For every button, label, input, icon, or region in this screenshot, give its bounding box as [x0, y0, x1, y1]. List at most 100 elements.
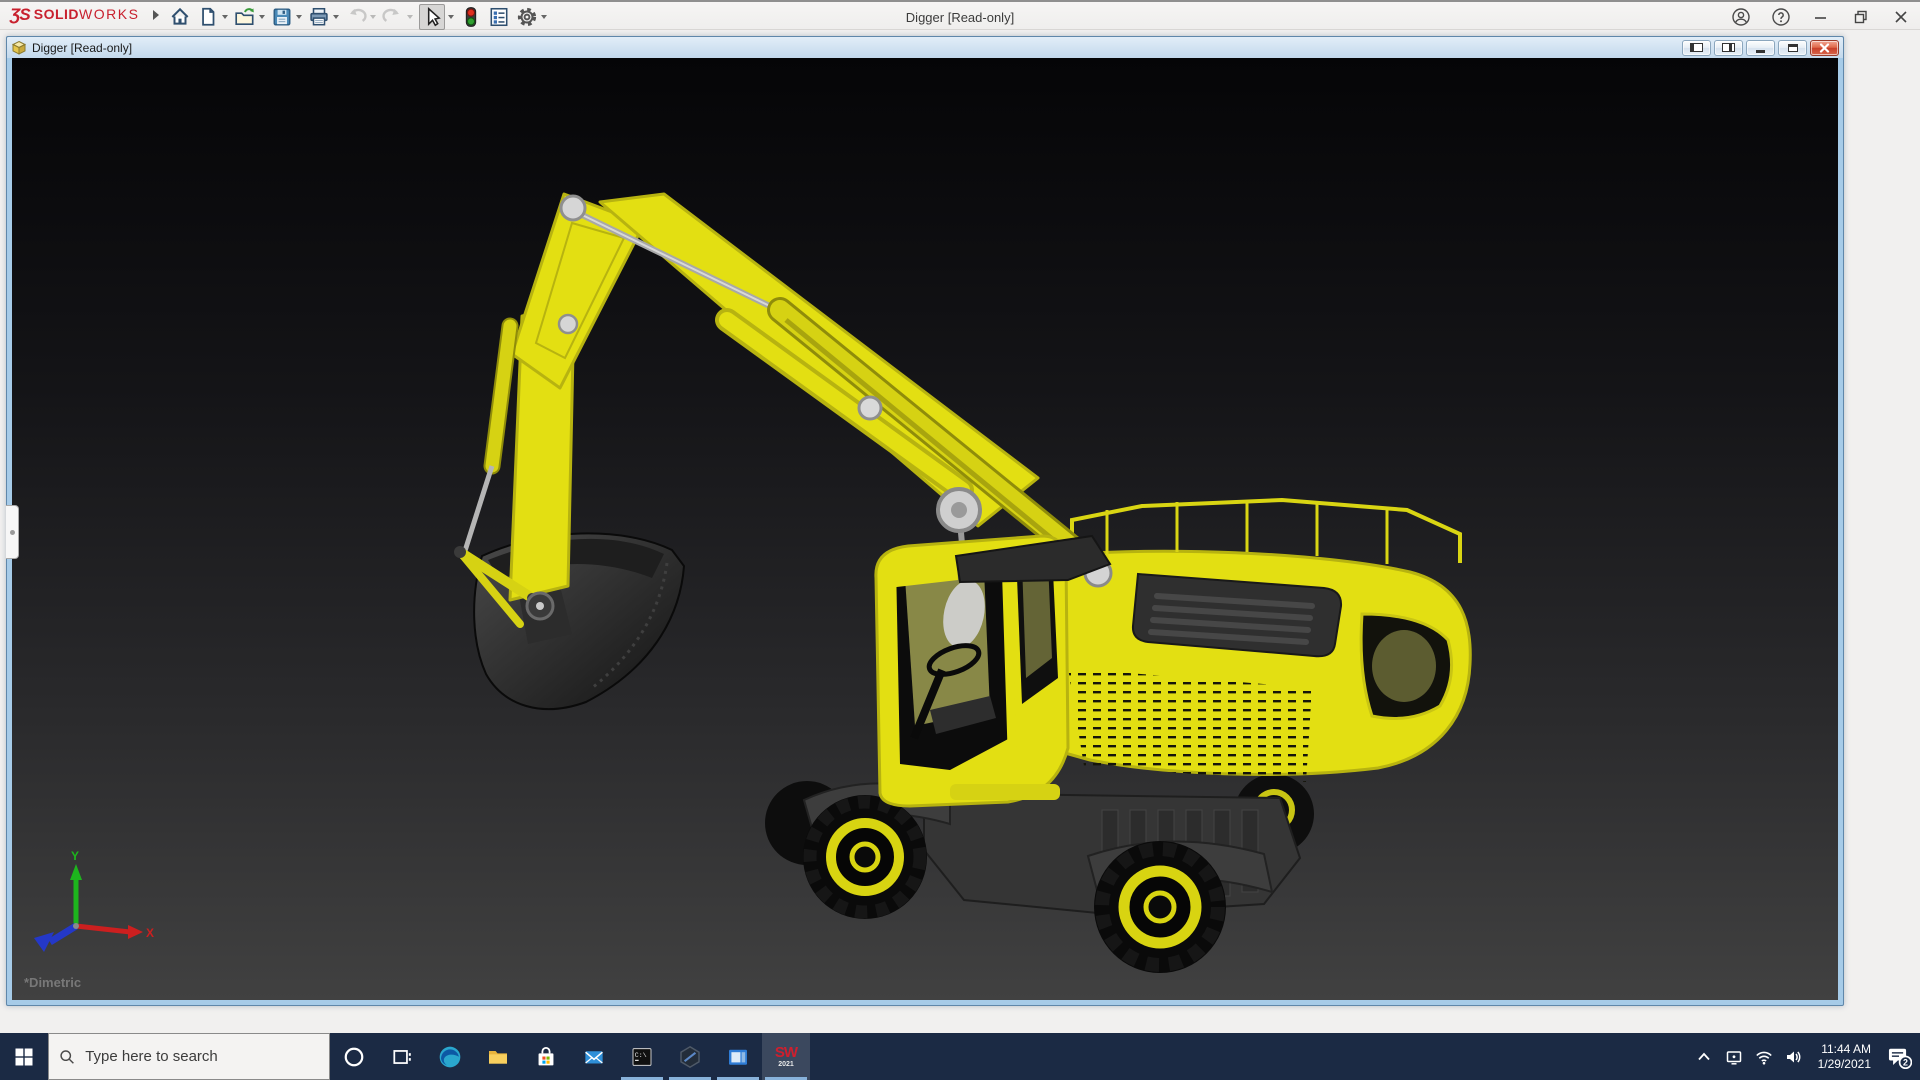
tray-volume-button[interactable]: [1781, 1037, 1807, 1077]
menu-flyout-arrow-icon[interactable]: [153, 10, 160, 20]
terminal-icon: C:\: [632, 1047, 652, 1066]
clock-time: 11:44 AM: [1821, 1041, 1871, 1056]
taskbar-clock[interactable]: 11:44 AM 1/29/2021: [1811, 1042, 1878, 1072]
redo-button[interactable]: [381, 4, 414, 30]
save-dropdown-caret[interactable]: [296, 15, 302, 19]
options-gear-icon: [517, 7, 537, 27]
rear-wheel: [1094, 841, 1226, 973]
open-button[interactable]: [233, 4, 266, 30]
quick-access-toolbar: [168, 2, 552, 32]
tray-expand-button[interactable]: [1691, 1037, 1717, 1077]
file-properties-icon: [490, 7, 508, 27]
x-axis-arrow: [128, 925, 143, 939]
open-dropdown-caret[interactable]: [259, 15, 265, 19]
taskbar-app-edge[interactable]: [426, 1033, 474, 1080]
chevron-up-icon: [1697, 1052, 1710, 1060]
search-input[interactable]: [85, 1048, 319, 1065]
ds-logo-glyph: ƷS: [10, 5, 31, 24]
taskbar-app-file-explorer[interactable]: [474, 1033, 522, 1080]
minimize-icon: [1815, 17, 1826, 19]
wifi-icon: [1755, 1051, 1772, 1064]
rebuild-button[interactable]: [459, 4, 483, 30]
taskbar-app-store[interactable]: [522, 1033, 570, 1080]
options-button[interactable]: [515, 4, 548, 30]
system-tray: 11:44 AM 1/29/2021 2: [1691, 1033, 1920, 1080]
restore-icon: [1854, 10, 1867, 24]
excavator-model[interactable]: [12, 58, 1838, 1000]
notification-center-button[interactable]: 2: [1882, 1037, 1916, 1077]
save-button[interactable]: [270, 4, 303, 30]
notification-count-badge: 2: [1903, 1057, 1908, 1067]
rebuild-traffic-light-icon: [465, 7, 477, 27]
redo-dropdown-caret[interactable]: [407, 15, 413, 19]
pane-left-icon: [1690, 43, 1703, 52]
y-axis-arrow: [70, 864, 82, 880]
redo-icon: [382, 8, 399, 22]
file-explorer-icon: [489, 1050, 507, 1064]
taskbar-app-solidworks[interactable]: SW 2021: [762, 1033, 810, 1080]
taskbar-app-window[interactable]: [714, 1033, 762, 1080]
print-dropdown-caret[interactable]: [333, 15, 339, 19]
file-properties-button[interactable]: [487, 4, 511, 30]
document-title: Digger [Read-only]: [32, 40, 133, 55]
new-document-icon: [202, 7, 215, 26]
print-button[interactable]: [307, 4, 340, 30]
new-dropdown-caret[interactable]: [222, 15, 228, 19]
part-document-icon: [11, 40, 27, 55]
undo-icon: [350, 8, 367, 22]
doc-restore-button[interactable]: [1778, 39, 1807, 56]
store-icon: [538, 1046, 554, 1065]
save-icon: [273, 8, 291, 26]
viewport-3d[interactable]: Y X *Dimetric: [12, 58, 1838, 1000]
y-axis-label: Y: [71, 849, 79, 863]
document-window-controls: [1682, 39, 1839, 56]
restore-button[interactable]: [1850, 6, 1872, 28]
display-icon: [1726, 1050, 1741, 1065]
task-view-button[interactable]: [378, 1033, 426, 1080]
select-cursor-icon: [427, 7, 441, 27]
open-folder-icon: [235, 8, 254, 25]
tray-display-button[interactable]: [1721, 1037, 1747, 1077]
tray-network-button[interactable]: [1751, 1037, 1777, 1077]
doc-minimize-button[interactable]: [1746, 39, 1775, 56]
pane-left-button[interactable]: [1682, 39, 1711, 56]
undo-dropdown-caret[interactable]: [370, 15, 376, 19]
featuremanager-collapse-handle[interactable]: [6, 505, 19, 559]
pane-right-button[interactable]: [1714, 39, 1743, 56]
account-button[interactable]: [1730, 6, 1752, 28]
start-button[interactable]: [0, 1033, 48, 1080]
select-dropdown-caret[interactable]: [448, 15, 454, 19]
document-titlebar[interactable]: Digger [Read-only]: [7, 37, 1843, 58]
select-active-box: [419, 4, 445, 30]
print-icon: [310, 7, 328, 26]
taskbar-app-terminal[interactable]: C:\: [618, 1033, 666, 1080]
app-titlebar: Digger [Read-only] ƷS SOLIDWORKS: [0, 0, 1920, 30]
new-document-button[interactable]: [196, 4, 229, 30]
clock-date: 1/29/2021: [1817, 1056, 1871, 1071]
taskbar-app-hexagon[interactable]: [666, 1033, 714, 1080]
app-window-icon: [729, 1049, 747, 1065]
solidworks-taskbar-icon: SW: [774, 1044, 798, 1061]
minimize-button[interactable]: [1810, 6, 1832, 28]
help-button[interactable]: [1770, 6, 1792, 28]
cortana-button[interactable]: [330, 1033, 378, 1080]
pane-right-icon: [1722, 43, 1735, 52]
mail-icon: [585, 1050, 603, 1063]
hexagon-app-icon: [680, 1045, 700, 1068]
terminal-prompt-text: C:\: [635, 1052, 647, 1059]
options-dropdown-caret[interactable]: [541, 15, 547, 19]
close-button[interactable]: [1890, 6, 1912, 28]
taskbar-search[interactable]: [48, 1033, 330, 1080]
select-button[interactable]: [418, 2, 455, 32]
taskbar-app-mail[interactable]: [570, 1033, 618, 1080]
home-icon: [171, 7, 189, 25]
undo-button[interactable]: [344, 4, 377, 30]
solidworks-logo: ƷS SOLIDWORKS: [10, 5, 160, 25]
x-axis-label: X: [146, 926, 154, 940]
orientation-triad: Y X: [34, 849, 154, 952]
user-account-icon: [1732, 8, 1750, 26]
document-window: Digger [Read-only] Y X *Dimetric: [6, 36, 1844, 1006]
doc-close-button[interactable]: [1810, 39, 1839, 56]
front-wheel: [803, 795, 927, 919]
home-button[interactable]: [168, 4, 192, 30]
